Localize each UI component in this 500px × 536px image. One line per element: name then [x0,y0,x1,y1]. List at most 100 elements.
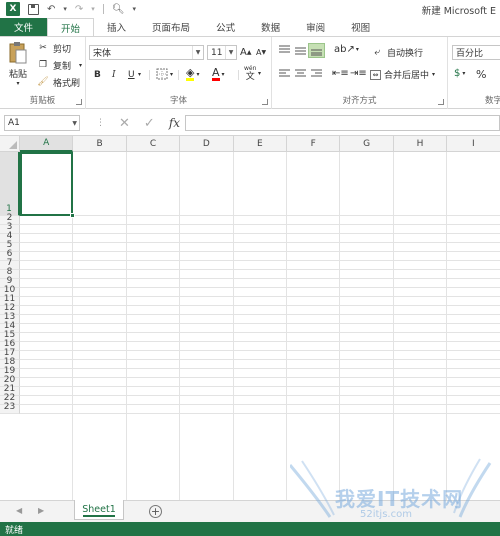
align-center-button[interactable] [294,68,307,79]
font-color-dropdown-icon[interactable]: ▾ [222,71,225,78]
column-header-h[interactable]: H [393,136,448,152]
align-right-button[interactable] [310,68,323,79]
tab-file[interactable]: 文件 [0,18,48,36]
chevron-down-icon[interactable]: ▼ [192,46,203,59]
column-header-b[interactable]: B [73,136,127,152]
tab-data[interactable]: 数据 [248,18,293,36]
select-all-button[interactable] [0,136,20,152]
paste-dropdown-icon[interactable]: ▾ [16,80,19,87]
percent-style-button[interactable]: % [476,68,486,81]
gridline [392,152,394,500]
separator [238,70,239,80]
copy-button[interactable]: ❐ 复制 ▾ [36,58,82,72]
font-name-select[interactable]: 宋体 ▼ [89,45,204,60]
column-header-a[interactable]: A [20,136,74,152]
insert-function-icon[interactable]: fx [169,116,180,130]
column-header-d[interactable]: D [180,136,234,152]
clipboard-launcher-icon[interactable] [76,99,82,105]
column-header-e[interactable]: E [233,136,287,152]
grow-font-button[interactable]: A ▲ [240,47,251,58]
borders-button[interactable]: ▾ [156,68,173,80]
gridline [20,368,500,369]
italic-button[interactable]: I [112,70,116,80]
name-box[interactable]: A1 ▼ [4,115,80,131]
phonetic-dropdown-icon[interactable]: ▾ [258,70,261,77]
phonetic-button[interactable]: wén 文 [244,65,256,82]
excel-logo-icon[interactable]: X [6,2,20,16]
bold-button[interactable]: B [94,70,101,80]
column-header-g[interactable]: G [340,136,394,152]
alignment-launcher-icon[interactable] [438,99,444,105]
bottom-align-button[interactable] [308,43,325,58]
column-header-c[interactable]: C [126,136,181,152]
undo-icon[interactable]: ↶ [47,4,55,15]
copy-label: 复制 [53,61,72,72]
align-left-button[interactable] [278,68,291,79]
column-header-f[interactable]: F [287,136,341,152]
tab-page-layout[interactable]: 页面布局 [139,18,203,36]
font-launcher-icon[interactable] [262,99,268,105]
format-painter-button[interactable]: 🖌︎ 格式刷 [36,75,80,89]
print-preview-icon[interactable]: 🔍︎ [112,4,125,15]
copy-dropdown-icon[interactable]: ▾ [79,62,82,69]
active-cell-a1[interactable] [20,152,76,218]
customize-toolbar-icon[interactable]: ▾ [133,5,137,13]
gridline [20,350,500,351]
cut-button[interactable]: ✂ 剪切 [36,41,71,55]
merge-center-dropdown-icon[interactable]: ▾ [432,71,435,78]
font-color-icon: A [212,66,220,81]
increase-indent-button[interactable]: ⇥≡ [350,68,367,79]
redo-dropdown-icon[interactable]: ▾ [91,5,95,13]
paste-button[interactable]: 粘贴 ▾ [6,41,30,87]
undo-dropdown-icon[interactable]: ▾ [63,5,67,13]
font-size-select[interactable]: 11 ▼ [207,45,237,60]
gridline [125,152,127,500]
prev-sheet-icon[interactable]: ◀ [16,506,22,515]
orientation-dropdown-icon[interactable]: ▾ [356,46,359,53]
add-sheet-button[interactable]: + [149,505,162,518]
paste-label: 粘贴 [8,70,27,80]
borders-dropdown-icon[interactable]: ▾ [170,71,173,78]
redo-icon[interactable]: ↷ [75,4,83,15]
middle-align-button[interactable] [294,45,307,56]
tab-view[interactable]: 视图 [338,18,383,36]
tab-review[interactable]: 审阅 [293,18,338,36]
fill-handle[interactable] [70,213,76,218]
quick-access-toolbar: ↶ ▾ ↷ ▾ 🔍︎ ▾ [28,3,137,15]
alignment-group-label: 对齐方式 [342,96,377,106]
borders-icon [156,68,168,80]
worksheet-grid[interactable]: A B C D E F G H I 1 2 3 4 5 6 7 8 9 10 11 12 13 14 15 16 17 18 19 20… [0,136,500,500]
number-format-select[interactable]: 百分比 [452,45,500,60]
top-align-button[interactable] [278,45,291,56]
fill-color-dropdown-icon[interactable]: ▾ [196,71,199,78]
underline-button[interactable]: U [128,70,135,80]
formula-input[interactable] [185,115,500,131]
gridline [20,377,500,378]
tab-formulas[interactable]: 公式 [203,18,248,36]
enter-icon[interactable]: ✓ [144,116,155,131]
title-bar: X ↶ ▾ ↷ ▾ 🔍︎ ▾ 新建 Microsoft E [0,0,500,18]
tab-home[interactable]: 开始 [47,18,95,37]
gridline [20,386,500,387]
orientation-button[interactable]: ab↗ ▾ [334,44,359,55]
shrink-font-button[interactable]: A ▼ [256,48,266,57]
next-sheet-icon[interactable]: ▶ [38,506,44,515]
tab-insert[interactable]: 插入 [94,18,139,36]
fill-color-button[interactable]: ◈ ▾ [186,67,199,81]
align-bottom-icon [311,49,322,56]
wrap-text-button[interactable]: ⤶ 自动换行 [370,45,423,59]
row-header-23[interactable]: 23 [0,402,20,414]
decrease-indent-button[interactable]: ⇤≡ [332,68,349,79]
accounting-format-button[interactable]: $ ▾ [454,68,465,79]
chevron-down-icon[interactable]: ▼ [72,120,77,127]
underline-dropdown-icon[interactable]: ▾ [138,71,141,78]
accounting-dropdown-icon[interactable]: ▾ [462,70,465,77]
cancel-icon[interactable]: ✕ [119,116,130,131]
sheet-tab-sheet1[interactable]: Sheet1 [74,500,124,520]
font-color-button[interactable]: A ▾ [212,67,225,81]
merge-center-button[interactable]: ⇔ 合并后居中 ▾ [370,68,435,81]
save-icon[interactable] [28,3,39,15]
row-header-1[interactable]: 1 [0,152,20,216]
chevron-down-icon[interactable]: ▼ [225,46,236,59]
column-header-i[interactable]: I [447,136,500,152]
